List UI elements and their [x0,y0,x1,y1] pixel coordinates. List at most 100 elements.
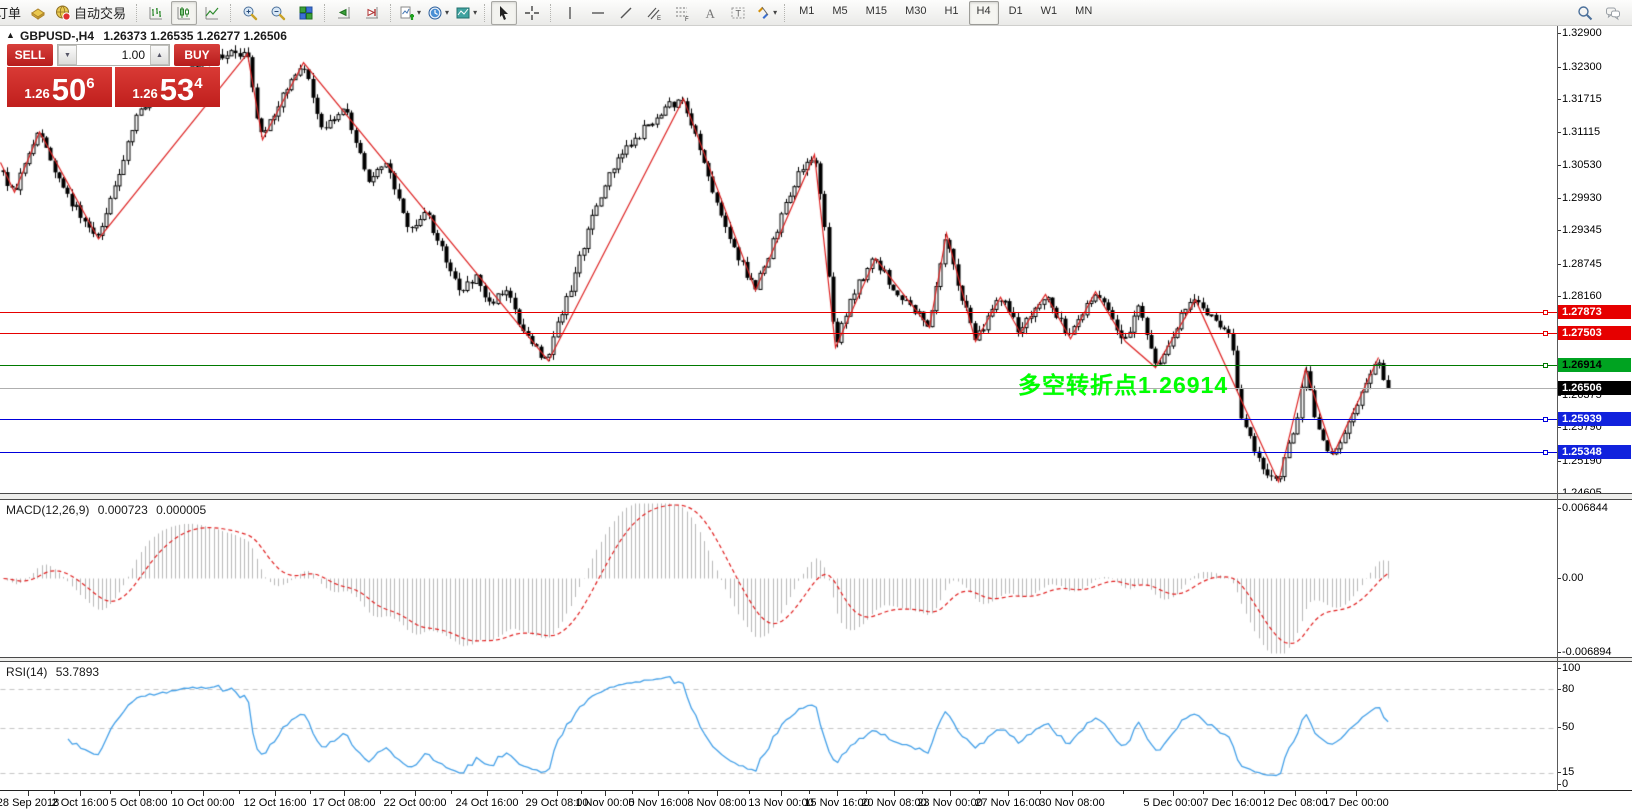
indicators-button[interactable]: ▾ [397,1,423,25]
buy-price-box[interactable]: 1.26 53 4 [115,67,220,107]
horizontal-level-line-1.25348[interactable] [0,452,1557,453]
candlestick-chart-button[interactable] [171,1,197,25]
pane-border [0,499,1632,500]
x-axis-minor-tick [110,791,111,794]
x-axis-tickmark [487,791,488,796]
x-axis-minor-tick [922,791,923,794]
zoom-in-button[interactable] [237,1,263,25]
svg-text:F: F [685,17,689,21]
timeframe-h4[interactable]: H4 [969,1,999,25]
bar-chart-button[interactable] [143,1,169,25]
gold-icon [30,5,46,21]
x-axis-tickmark [837,791,838,796]
x-axis-label: 8 Nov 08:00 [687,797,746,809]
level-price-label: 1.25939 [1558,412,1631,426]
x-axis-label: 1 Nov 00:00 [575,797,634,809]
chat-button[interactable] [1600,1,1626,25]
deposit-button[interactable] [25,1,51,25]
price-axis[interactable] [1558,26,1632,791]
horizontal-level-line-1.27873[interactable] [0,312,1557,313]
x-axis-tickmark [1173,791,1174,796]
text-a-icon: A [702,5,718,21]
macd-signal-value: 0.000005 [156,503,206,517]
template-icon [455,5,471,21]
x-axis-minor-tick [1326,791,1327,794]
chart-shift-button[interactable] [359,1,385,25]
timeframe-h1[interactable]: H1 [936,1,966,25]
x-axis-tickmark [344,791,345,796]
line-handle[interactable] [1543,331,1548,336]
collapse-icon[interactable]: ▲ [6,30,15,40]
rsi-canvas[interactable] [0,662,1557,790]
level-price-label: 1.25348 [1558,445,1631,459]
macd-axis-label: 0.00 [1562,572,1583,584]
macd-canvas[interactable] [0,500,1557,657]
timeframe-mn[interactable]: MN [1067,1,1100,25]
cursor-button[interactable] [491,1,517,25]
horizontal-level-line-1.26914[interactable] [0,365,1557,366]
trendline-button[interactable] [613,1,639,25]
candlestick-chart-icon [176,5,192,21]
pivot-annotation[interactable]: 多空转折点1.26914 [1018,366,1228,400]
sell-price-box[interactable]: 1.26 50 6 [7,67,112,107]
line-handle[interactable] [1543,417,1548,422]
templates-button[interactable]: ▾ [453,1,479,25]
volume-increase-button[interactable]: ▲ [150,45,169,65]
text-button[interactable]: A [697,1,723,25]
line-handle[interactable] [1543,310,1548,315]
y-axis-tick-label: 1.30530 [1562,159,1602,171]
separator [230,4,232,22]
x-axis-label: 10 Oct 00:00 [172,797,235,809]
x-axis-label: 15 Nov 16:00 [804,797,869,809]
line-handle[interactable] [1543,450,1548,455]
horizontal-level-line-1.27503[interactable] [0,333,1557,334]
tile-windows-button[interactable] [293,1,319,25]
x-axis-tickmark [557,791,558,796]
ohlc-values: 1.26373 1.26535 1.26277 1.26506 [103,29,287,43]
timeframe-m5[interactable]: M5 [824,1,855,25]
bar-chart-icon [148,5,164,21]
y-axis-tick-label: 1.29930 [1562,192,1602,204]
zoom-out-icon [270,5,286,21]
timeframe-m30[interactable]: M30 [897,1,934,25]
separator [784,4,786,22]
timeframe-m1[interactable]: M1 [791,1,822,25]
search-icon [1577,5,1593,21]
horizontal-level-line-1.25939[interactable] [0,419,1557,420]
x-axis-minor-tick [866,791,867,794]
x-axis-minor-tick [1040,791,1041,794]
volume-decrease-button[interactable]: ▼ [58,45,77,65]
periods-button[interactable]: ▾ [425,1,451,25]
new-order-label[interactable]: 订单 [0,6,21,21]
crosshair-button[interactable] [519,1,545,25]
timeframe-d1[interactable]: D1 [1001,1,1031,25]
text-label-icon: T [730,5,746,21]
timeframe-w1[interactable]: W1 [1033,1,1066,25]
x-axis-label: 12 Oct 16:00 [244,797,307,809]
chevron-down-icon: ▾ [417,8,421,17]
line-handle[interactable] [1543,363,1548,368]
x-axis-tickmark [605,791,606,796]
search-button[interactable] [1572,1,1598,25]
tile-windows-icon [298,5,314,21]
vertical-line-button[interactable] [557,1,583,25]
horizontal-line-button[interactable] [585,1,611,25]
level-price-label: 1.27873 [1558,305,1631,319]
equidistant-channel-button[interactable]: E [641,1,667,25]
timeframe-m15[interactable]: M15 [858,1,895,25]
line-chart-button[interactable] [199,1,225,25]
macd-main-value: 0.000723 [98,503,148,517]
volume-value[interactable]: 1.00 [77,45,150,65]
price-chart-canvas[interactable] [0,26,1557,493]
text-label-button[interactable]: T [725,1,751,25]
x-axis-minor-tick [310,791,311,794]
buy-button[interactable]: BUY [174,44,220,66]
rsi-axis-label: 50 [1562,721,1574,733]
autoscroll-button[interactable] [331,1,357,25]
svg-text:T: T [736,8,742,18]
autotrading-button[interactable]: 自动交易 [53,1,131,25]
zoom-out-button[interactable] [265,1,291,25]
arrows-button[interactable]: ▾ [753,1,779,25]
sell-button[interactable]: SELL [7,44,53,66]
fibonacci-button[interactable]: F [669,1,695,25]
